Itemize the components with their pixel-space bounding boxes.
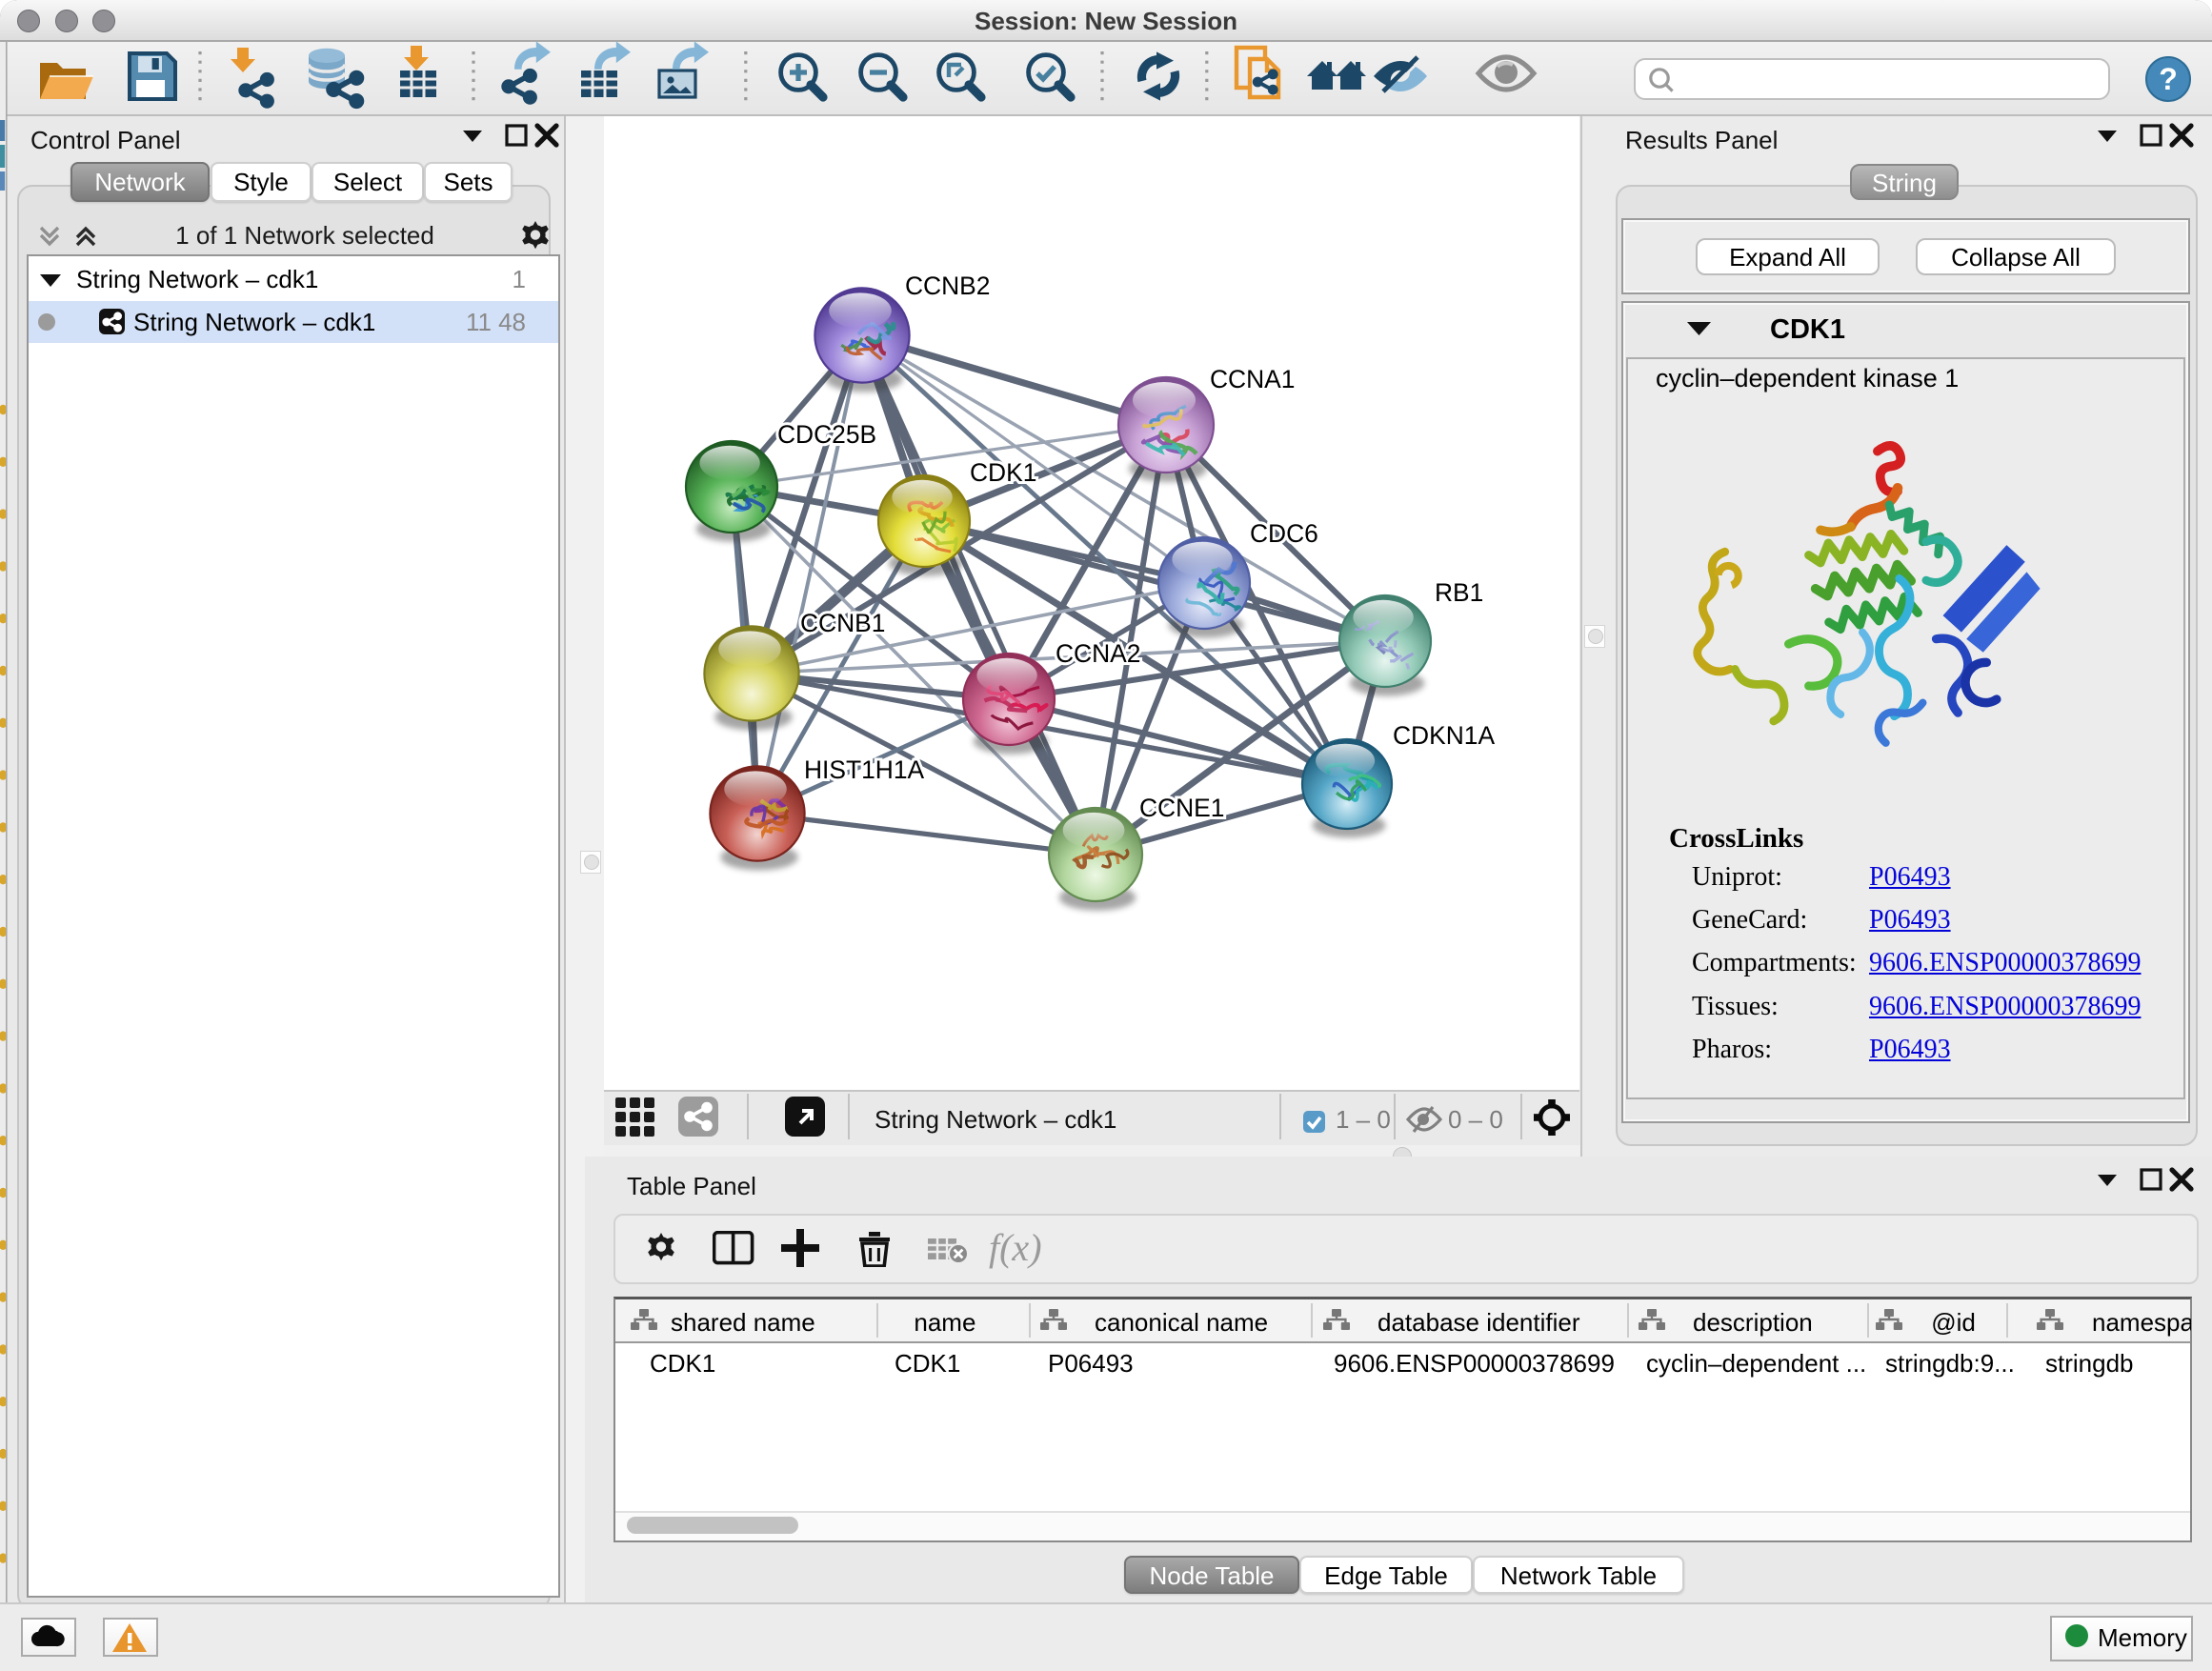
svg-text:CCNA1: CCNA1 — [1210, 365, 1295, 393]
svg-text:HIST1H1A: HIST1H1A — [804, 755, 925, 784]
svg-text:CCNB2: CCNB2 — [905, 272, 990, 300]
svg-text:CCNE1: CCNE1 — [1139, 794, 1224, 822]
svg-text:CCNB1: CCNB1 — [800, 609, 885, 637]
svg-text:CDC25B: CDC25B — [777, 420, 876, 449]
svg-text:CDKN1A: CDKN1A — [1393, 721, 1495, 750]
svg-text:CCNA2: CCNA2 — [1056, 639, 1140, 668]
svg-text:?: ? — [2159, 62, 2178, 96]
svg-text:CDK1: CDK1 — [970, 458, 1036, 487]
svg-text:CDC6: CDC6 — [1250, 519, 1318, 548]
svg-text:RB1: RB1 — [1435, 578, 1483, 607]
